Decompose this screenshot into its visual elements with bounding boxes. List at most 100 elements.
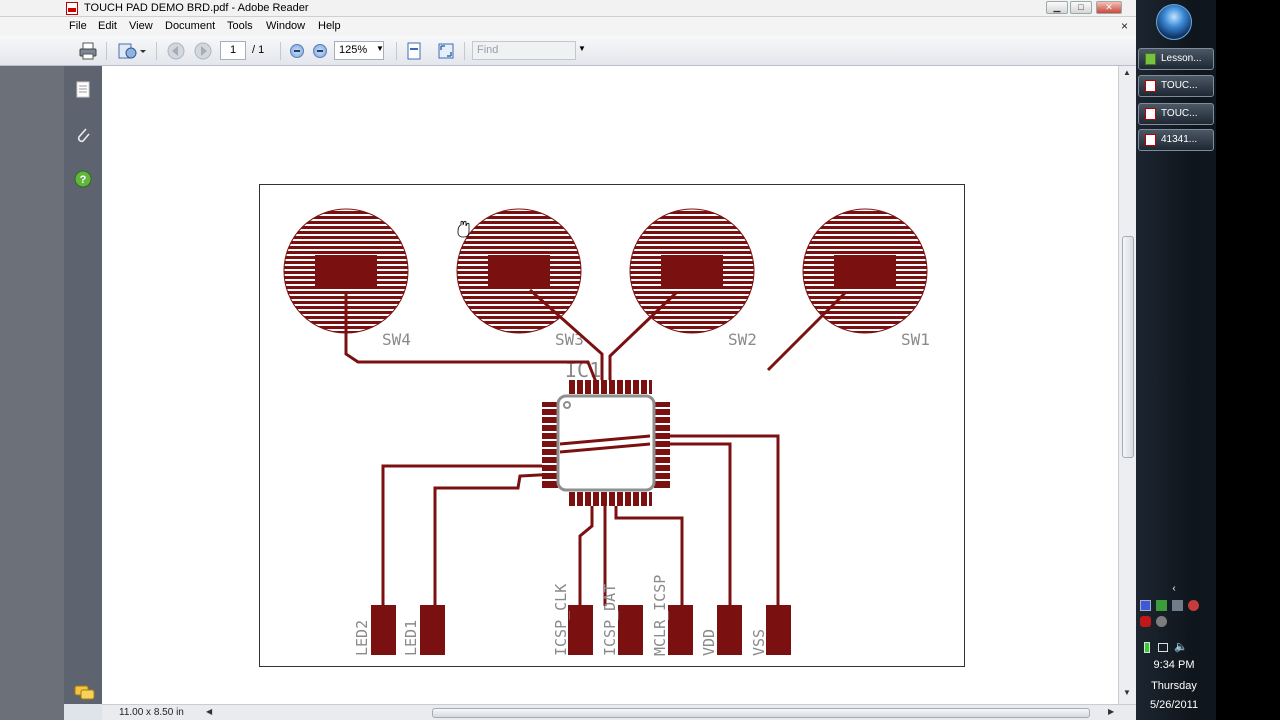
lesson-icon — [1145, 53, 1156, 65]
save-copy-icon[interactable] — [116, 41, 146, 61]
tray-icon[interactable] — [1140, 600, 1151, 611]
pad-icsp-dat — [618, 605, 643, 655]
menu-tools[interactable]: Tools — [227, 20, 253, 32]
navigation-panel: ? — [64, 66, 102, 704]
toolbar: 1 / 1 125% ▼ Find ▼ — [0, 36, 1136, 66]
status-bar: 11.00 x 8.50 in ◀ ▶ — [102, 704, 1136, 720]
clock-day[interactable]: Thursday — [1136, 680, 1212, 692]
label-vdd: VDD — [700, 629, 718, 656]
fit-page-icon[interactable] — [404, 41, 424, 61]
tray-icon[interactable] — [1156, 616, 1167, 627]
show-hidden-icons-icon[interactable]: ‹ — [1136, 583, 1212, 594]
vertical-scrollbar[interactable]: ▲ ▼ — [1118, 66, 1136, 704]
menu-help[interactable]: Help — [318, 20, 341, 32]
pad-vdd — [717, 605, 742, 655]
horizontal-scrollbar[interactable] — [432, 708, 1090, 718]
toolbar-separator — [396, 42, 397, 60]
scroll-down-icon[interactable]: ▼ — [1123, 688, 1131, 697]
title-bar: TOUCH PAD DEMO BRD.pdf - Adobe Reader ▁ … — [0, 0, 1136, 17]
windows-taskbar: Lesson... TOUC... TOUC... 41341... ‹ 🔈 9… — [1136, 0, 1280, 720]
taskbar-item-touch-2[interactable]: TOUC... — [1138, 103, 1214, 125]
toolbar-separator — [156, 42, 157, 60]
left-gray-area — [0, 66, 64, 720]
label-vss: VSS — [750, 629, 768, 656]
tray-icon[interactable] — [1156, 600, 1167, 611]
label-mclr-icsp: MCLR_ICSP — [651, 575, 669, 656]
find-input[interactable]: Find — [472, 41, 576, 60]
label-led2: LED2 — [353, 620, 371, 656]
pages-icon[interactable] — [74, 80, 92, 98]
menu-window[interactable]: Window — [266, 20, 305, 32]
tray-icon[interactable] — [1188, 600, 1199, 611]
pad-led1 — [420, 605, 445, 655]
close-document-icon[interactable]: × — [1121, 19, 1128, 33]
menu-bar: File Edit View Document Tools Window Hel… — [0, 17, 1136, 36]
battery-icon[interactable] — [1144, 642, 1150, 653]
toolbar-separator — [280, 42, 281, 60]
pcb-board-drawing: SW4 SW3 SW2 SW1 IC1 LED2 LED1 ICSP_CLK I… — [259, 184, 965, 667]
attachments-icon[interactable] — [74, 126, 92, 144]
taskbar-item-lesson[interactable]: Lesson... — [1138, 48, 1214, 70]
ic1-chip — [542, 380, 670, 506]
menu-document[interactable]: Document — [165, 20, 215, 32]
pad-vss — [766, 605, 791, 655]
tray-icon[interactable] — [1172, 600, 1183, 611]
taskbar-item-label: 41341... — [1161, 134, 1198, 145]
taskbar-item-label: TOUC... — [1161, 108, 1198, 119]
menu-view[interactable]: View — [129, 20, 153, 32]
taskbar-item-touch-1[interactable]: TOUC... — [1138, 75, 1214, 97]
tray-icon[interactable] — [1140, 616, 1151, 627]
maximize-button[interactable]: □ — [1070, 1, 1092, 14]
adobe-reader-window: TOUCH PAD DEMO BRD.pdf - Adobe Reader ▁ … — [0, 0, 1136, 720]
clock-date[interactable]: 5/26/2011 — [1136, 699, 1212, 711]
pdf-icon — [1145, 108, 1156, 120]
tray-system-icons: 🔈 — [1144, 640, 1214, 654]
network-icon[interactable] — [1158, 643, 1168, 652]
toolbar-separator — [464, 42, 465, 60]
menu-file[interactable]: File — [69, 20, 87, 32]
find-dropdown-icon[interactable]: ▼ — [578, 44, 586, 53]
clock-time[interactable]: 9:34 PM — [1136, 659, 1212, 671]
scroll-thumb[interactable] — [1122, 236, 1134, 458]
zoom-in-icon[interactable] — [313, 44, 327, 58]
menu-edit[interactable]: Edit — [98, 20, 117, 32]
previous-page-icon[interactable] — [166, 41, 186, 61]
volume-icon[interactable]: 🔈 — [1174, 640, 1188, 653]
page-number-input[interactable]: 1 — [220, 41, 246, 60]
header-pads — [371, 605, 791, 655]
label-icsp-clk: ICSP_CLK — [552, 584, 570, 656]
pad-led2 — [371, 605, 396, 655]
taskbar-item-label: Lesson... — [1161, 53, 1202, 64]
pad-mclr-icsp — [668, 605, 693, 655]
pdf-icon — [1145, 134, 1156, 146]
label-sw1: SW1 — [901, 330, 930, 349]
start-button[interactable] — [1156, 4, 1192, 40]
page-size: 11.00 x 8.50 in — [119, 707, 184, 718]
scroll-left-icon[interactable]: ◀ — [206, 707, 212, 716]
label-led1: LED1 — [402, 620, 420, 656]
next-page-icon[interactable] — [193, 41, 213, 61]
svg-text:?: ? — [80, 174, 87, 186]
close-button[interactable]: ✕ — [1096, 1, 1122, 14]
scroll-up-icon[interactable]: ▲ — [1123, 68, 1131, 77]
help-icon[interactable]: ? — [74, 170, 92, 188]
taskbar-item-label: TOUC... — [1161, 80, 1198, 91]
page-total: / 1 — [252, 44, 265, 56]
pad-icsp-clk — [568, 605, 593, 655]
document-view[interactable]: SW4 SW3 SW2 SW1 IC1 LED2 LED1 ICSP_CLK I… — [102, 66, 1118, 704]
print-icon[interactable] — [78, 41, 98, 61]
zoom-out-icon[interactable] — [290, 44, 304, 58]
window-title: TOUCH PAD DEMO BRD.pdf - Adobe Reader — [84, 2, 309, 14]
comments-icon[interactable] — [74, 684, 96, 702]
label-sw2: SW2 — [728, 330, 757, 349]
minimize-button[interactable]: ▁ — [1046, 1, 1068, 14]
zoom-dropdown-icon[interactable]: ▼ — [376, 44, 384, 53]
full-screen-icon[interactable] — [436, 41, 456, 61]
label-sw4: SW4 — [382, 330, 411, 349]
taskbar-item-41341[interactable]: 41341... — [1138, 129, 1214, 151]
label-icsp-dat: ICSP_DAT — [601, 584, 619, 656]
toolbar-separator — [106, 42, 107, 60]
scroll-right-icon[interactable]: ▶ — [1108, 707, 1114, 716]
tray-icons — [1140, 600, 1212, 630]
desktop-strip — [1216, 0, 1280, 720]
